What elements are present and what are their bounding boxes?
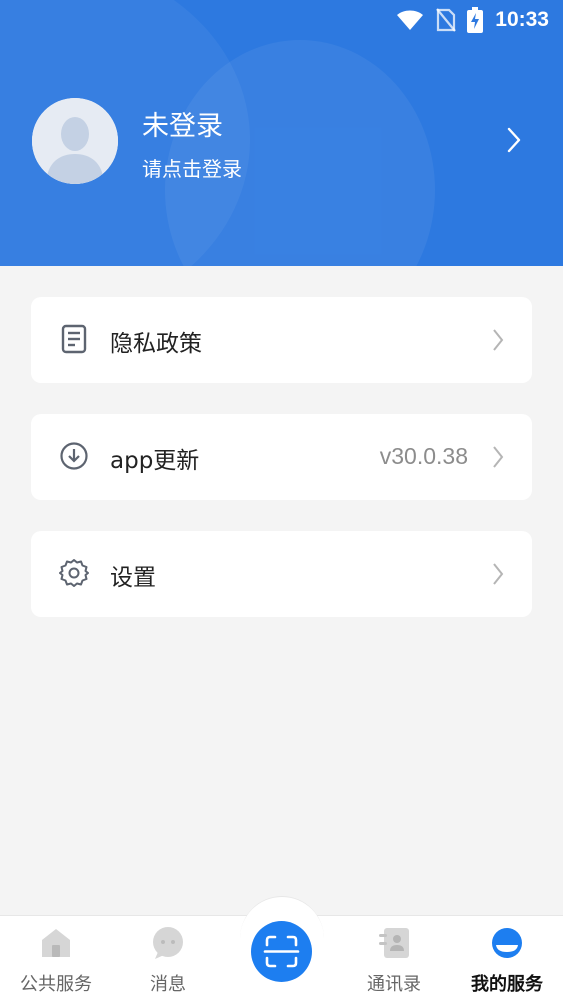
- clock: 10:33: [495, 8, 549, 31]
- tab-label: 公共服务: [20, 974, 92, 995]
- chevron-right-icon[interactable]: [506, 125, 522, 155]
- menu-item-label: 隐私政策: [110, 331, 202, 357]
- tab-label: 通讯录: [367, 974, 421, 995]
- menu-item-settings[interactable]: 设置: [31, 531, 532, 617]
- menu-item-label: app更新: [110, 448, 200, 474]
- home-icon: [42, 929, 70, 957]
- profile-tab-icon: [492, 928, 522, 958]
- contacts-icon: [379, 928, 409, 958]
- document-icon: [61, 324, 87, 354]
- profile-name[interactable]: 未登录: [142, 104, 223, 143]
- avatar[interactable]: [32, 98, 118, 184]
- tab-label: 消息: [150, 974, 186, 995]
- app-version: v30.0.38: [379, 443, 468, 469]
- status-bar: 10:33: [0, 0, 563, 40]
- chevron-right-icon: [493, 446, 504, 468]
- scan-button[interactable]: [251, 921, 312, 982]
- tab-contacts[interactable]: 通讯录: [344, 916, 444, 1000]
- tab-messages[interactable]: 消息: [118, 916, 218, 1000]
- login-prompt[interactable]: 请点击登录: [142, 153, 242, 182]
- menu-item-app-update[interactable]: app更新 v30.0.38: [31, 414, 532, 500]
- tab-public-services[interactable]: 公共服务: [6, 916, 106, 1000]
- default-avatar-icon: [32, 98, 118, 184]
- gear-icon: [59, 559, 89, 587]
- menu-item-privacy-policy[interactable]: 隐私政策: [31, 297, 532, 383]
- chevron-right-icon: [493, 563, 504, 585]
- wifi-icon: [397, 10, 423, 30]
- tab-label: 我的服务: [471, 974, 543, 995]
- no-sim-icon: [436, 8, 456, 32]
- battery-charging-icon: [467, 7, 483, 33]
- chat-icon: [153, 927, 183, 959]
- tab-my-services[interactable]: 我的服务: [457, 916, 557, 1000]
- download-circle-icon: [60, 442, 88, 470]
- scan-icon: [263, 935, 300, 968]
- chevron-right-icon: [493, 329, 504, 351]
- menu-item-label: 设置: [110, 565, 156, 591]
